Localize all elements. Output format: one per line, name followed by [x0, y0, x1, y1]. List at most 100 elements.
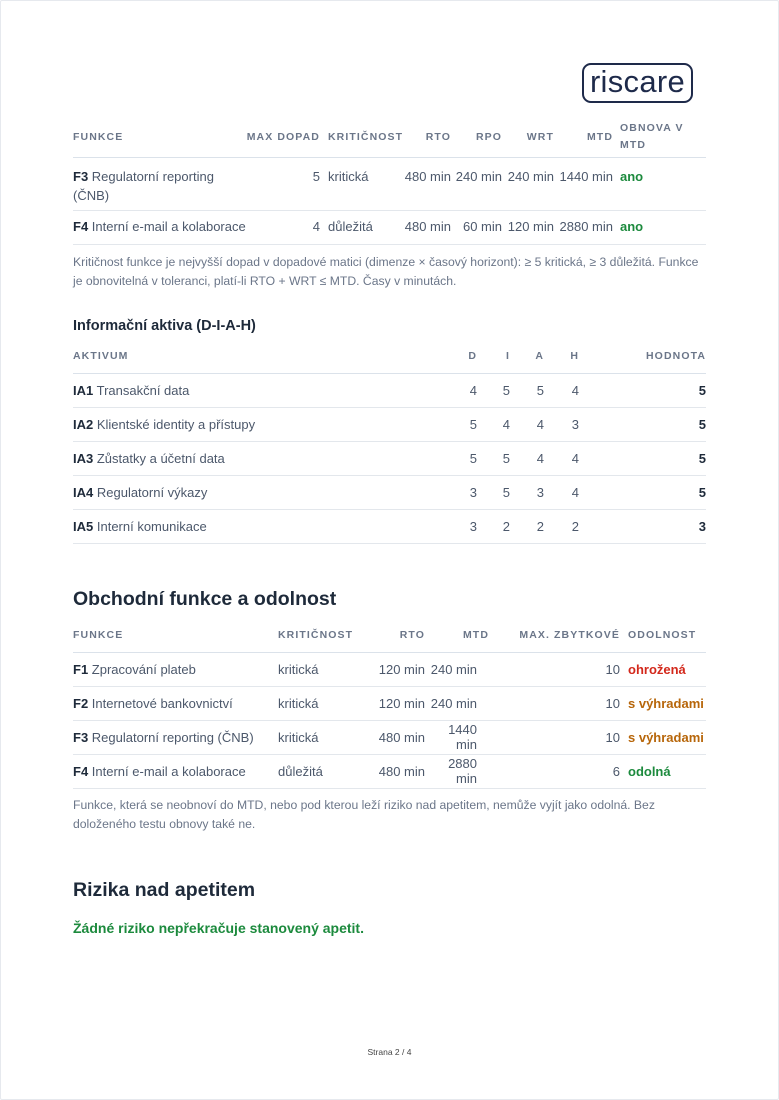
function-name: Regulatorní reporting (ČNB) [73, 168, 214, 203]
function-code: F1 [73, 661, 89, 677]
obnova-status: ano [613, 157, 706, 211]
function-name: Zpracování plateb [91, 661, 196, 677]
a-value: 4 [510, 407, 544, 442]
table-row: F4 Interní e-mail a kolaborace 4 důležit… [73, 210, 706, 245]
function-code: F3 [73, 168, 89, 184]
odolnost-status: odolná [620, 754, 706, 789]
max-zbytkove: 10 [489, 720, 620, 755]
col-obnova: OBNOVA V MTD [613, 117, 706, 158]
h-value: 4 [544, 441, 579, 476]
functions-table: FUNKCE KRITIČNOST RTO MTD MAX. ZBYTKOVÉ … [73, 619, 706, 789]
function-name: Interní e-mail a kolaborace [91, 218, 246, 234]
table-row: F1 Zpracování plateb kritická 120 min 24… [73, 652, 706, 687]
function-code: F3 [73, 729, 89, 745]
i-value: 4 [477, 407, 510, 442]
max-zbytkove: 6 [489, 754, 620, 789]
wrt: 240 min [502, 157, 554, 211]
odolnost-status: ohrožená [620, 652, 706, 687]
col-max-dopad: MAX DOPAD [246, 117, 320, 158]
col-a: A [510, 340, 544, 374]
d-value: 4 [463, 373, 477, 408]
obnova-status: ano [613, 210, 706, 245]
col-wrt: WRT [502, 117, 554, 158]
function-code: F2 [73, 695, 89, 711]
i-value: 5 [477, 441, 510, 476]
asset-value: 5 [579, 475, 706, 510]
asset-name: Interní komunikace [96, 518, 207, 534]
rto: 480 min [400, 210, 451, 245]
table-row: IA2 Klientské identity a přístupy 5 4 4 … [73, 407, 706, 442]
assets-table: AKTIVUM D I A H HODNOTA IA1 Transakční d… [73, 340, 706, 544]
kriticnost: kritická [278, 720, 366, 755]
asset-name: Regulatorní výkazy [96, 484, 208, 500]
mtd: 1440 min [554, 157, 613, 211]
col-hodnota: HODNOTA [579, 340, 706, 374]
recovery-table: FUNKCE MAX DOPAD KRITIČNOST RTO RPO WRT … [73, 117, 706, 245]
col-rpo: RPO [451, 117, 502, 158]
col-i: I [477, 340, 510, 374]
col-aktivum: AKTIVUM [73, 340, 463, 374]
d-value: 5 [463, 407, 477, 442]
asset-code: IA2 [73, 416, 94, 432]
rto: 480 min [366, 754, 425, 789]
asset-code: IA1 [73, 382, 94, 398]
asset-name: Zůstatky a účetní data [96, 450, 225, 466]
asset-name: Transakční data [96, 382, 190, 398]
assets-title: Informační aktiva (D-I-A-H) [73, 318, 256, 334]
i-value: 2 [477, 509, 510, 544]
table-row: F2 Internetové bankovnictví kritická 120… [73, 686, 706, 721]
col-kriticnost: KRITIČNOST [320, 117, 402, 158]
table-row: IA1 Transakční data 4 5 5 4 5 [73, 373, 706, 408]
risks-status: Žádné riziko nepřekračuje stanovený apet… [73, 920, 364, 936]
criticality-note: Kritičnost funkce je nejvyšší dopad v do… [73, 255, 699, 288]
a-value: 3 [510, 475, 544, 510]
asset-code: IA4 [73, 484, 94, 500]
a-value: 2 [510, 509, 544, 544]
col-mtd: MTD [554, 117, 613, 158]
function-name: Internetové bankovnictví [91, 695, 233, 711]
odolnost-status: s výhradami [620, 686, 706, 721]
risks-title: Rizika nad apetitem [73, 879, 256, 901]
h-value: 4 [544, 373, 579, 408]
col-rto: RTO [366, 619, 425, 653]
function-code: F4 [73, 218, 89, 234]
rto: 480 min [400, 157, 451, 211]
mtd: 240 min [425, 686, 489, 721]
h-value: 2 [544, 509, 579, 544]
mtd: 240 min [425, 652, 489, 687]
page-number: Strana 2 / 4 [367, 1047, 412, 1057]
function-code: F4 [73, 763, 89, 779]
kriticnost: kritická [278, 652, 366, 687]
asset-value: 5 [579, 373, 706, 408]
max-zbytkove: 10 [489, 652, 620, 687]
asset-code: IA5 [73, 518, 94, 534]
col-kriticnost: KRITIČNOST [278, 619, 366, 653]
asset-value: 3 [579, 509, 706, 544]
max-zbytkove: 10 [489, 686, 620, 721]
functions-title: Obchodní funkce a odolnost [73, 588, 337, 610]
rpo: 60 min [451, 210, 502, 245]
rpo: 240 min [451, 157, 502, 211]
h-value: 3 [544, 407, 579, 442]
col-funkce: FUNKCE [73, 117, 246, 158]
col-mtd: MTD [425, 619, 489, 653]
table-row: F3 Regulatorní reporting (ČNB) 5 kritick… [73, 157, 706, 211]
table-row: IA3 Zůstatky a účetní data 5 5 4 4 5 [73, 441, 706, 476]
function-name: Interní e-mail a kolaborace [91, 763, 246, 779]
i-value: 5 [477, 475, 510, 510]
max-dopad: 4 [246, 210, 320, 245]
col-max-zbytkove: MAX. ZBYTKOVÉ [489, 619, 620, 653]
rto: 480 min [366, 720, 425, 755]
d-value: 3 [463, 509, 477, 544]
kriticnost: důležitá [320, 210, 400, 245]
table-row: F3 Regulatorní reporting (ČNB) kritická … [73, 720, 706, 755]
col-d: D [463, 340, 477, 374]
max-dopad: 5 [246, 157, 320, 211]
table-row: IA5 Interní komunikace 3 2 2 2 3 [73, 509, 706, 544]
logo-text: riscare [589, 64, 686, 99]
wrt: 120 min [502, 210, 554, 245]
function-name: Regulatorní reporting (ČNB) [91, 729, 254, 745]
kriticnost: důležitá [278, 754, 366, 789]
asset-name: Klientské identity a přístupy [96, 416, 256, 432]
mtd: 2880 min [425, 754, 489, 789]
